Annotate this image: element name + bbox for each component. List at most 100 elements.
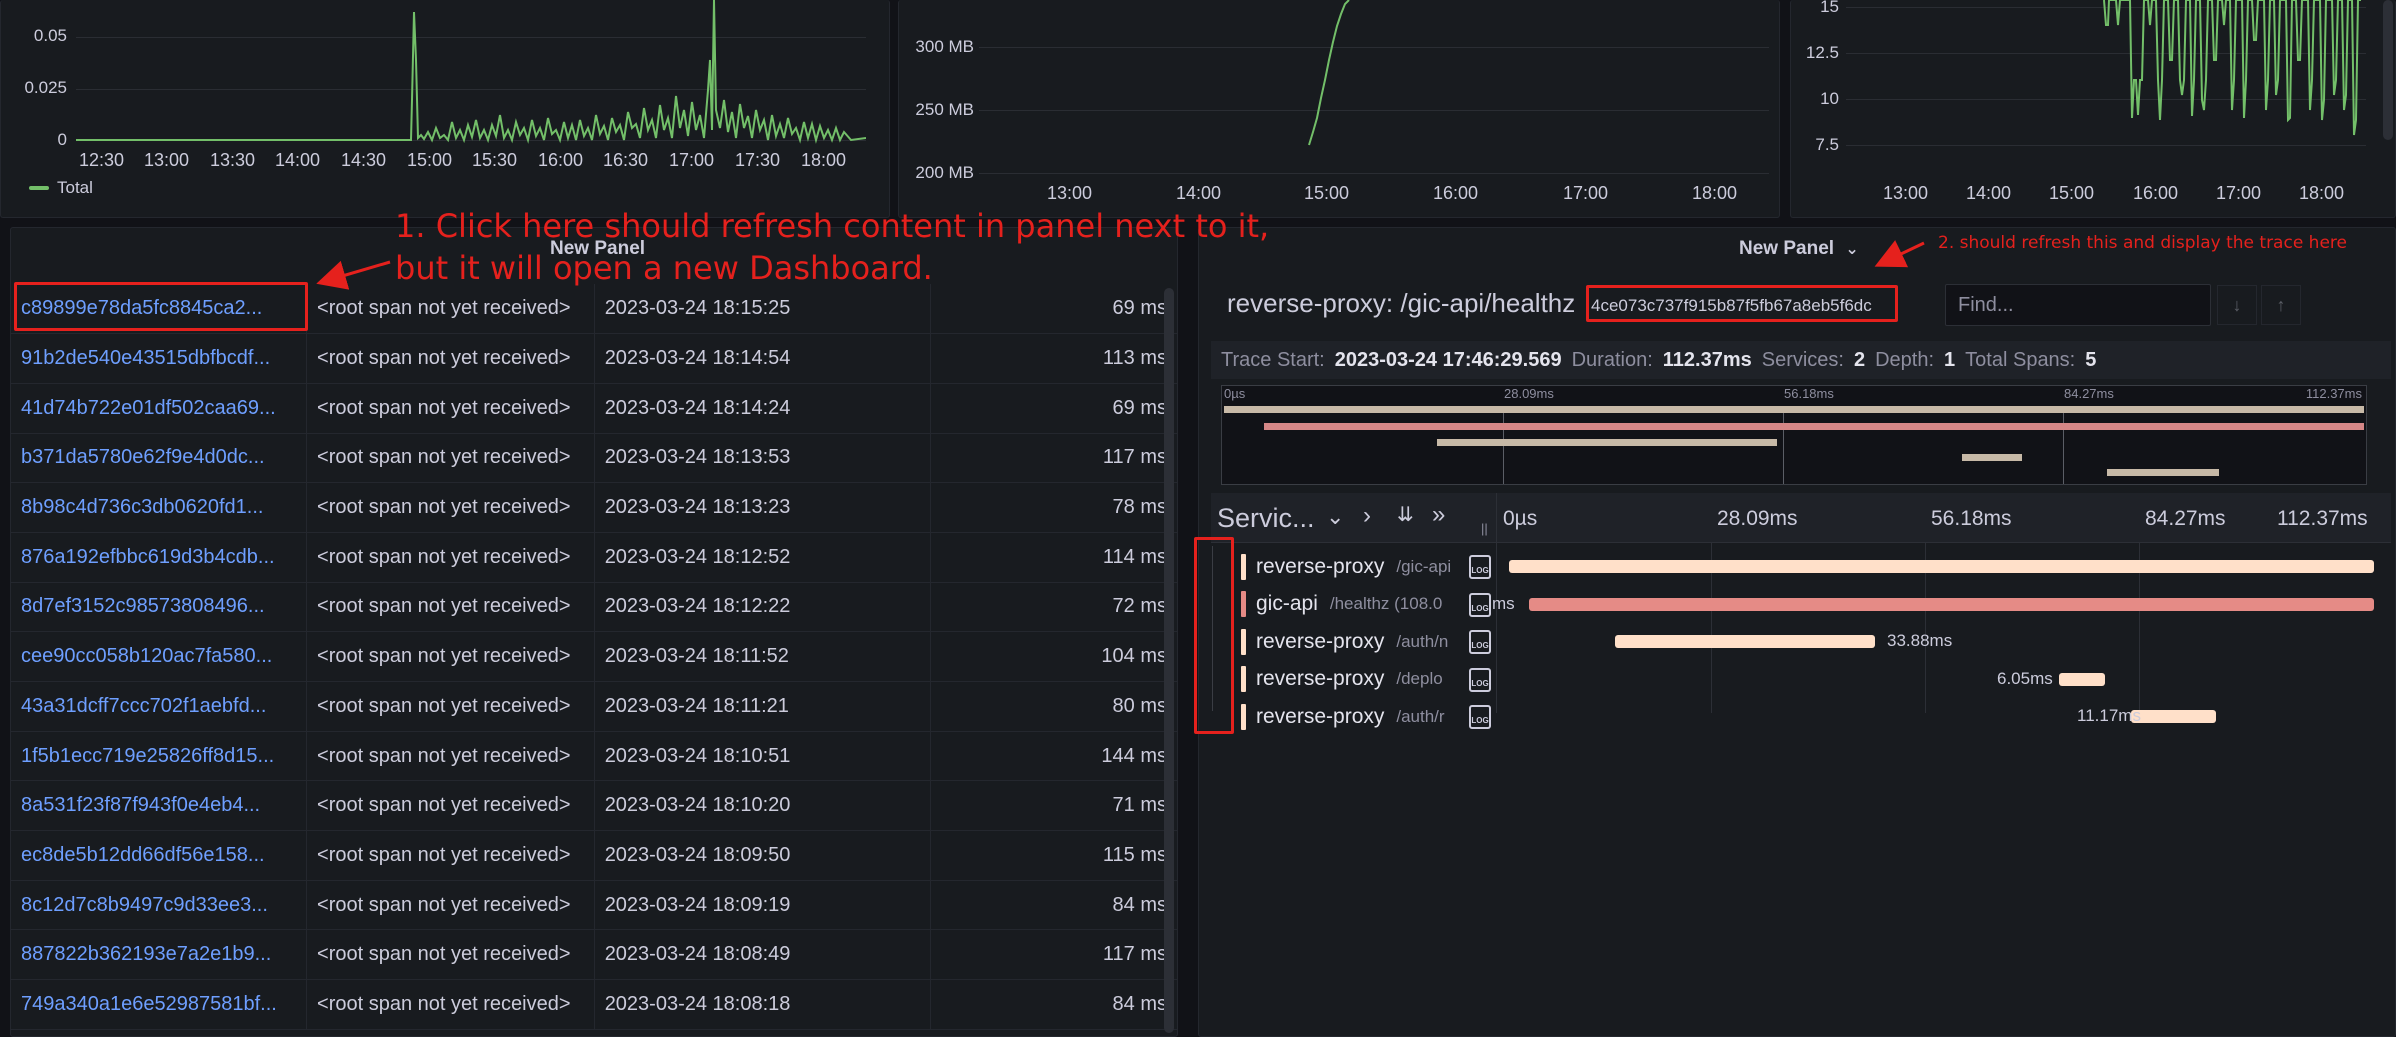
goroutines-line-chart (2103, 0, 2361, 136)
trace-id-link[interactable]: 43a31dcff7ccc702f1aebfd... (11, 681, 308, 732)
x-tick: 18:00 (2299, 183, 2345, 203)
minimap-span-bar (1437, 439, 1777, 446)
y-tick: 10 (1820, 89, 1839, 108)
start-time-cell: 2023-03-24 18:09:19 (594, 880, 932, 931)
trace-id-link[interactable]: 91b2de540e43515dbfbcdf... (11, 333, 308, 384)
trace-id-link[interactable]: cee90cc058b120ac7fa580... (11, 631, 308, 682)
legend-total[interactable]: Total (29, 178, 93, 198)
trace-minimap[interactable]: 0µs 28.09ms 56.18ms 84.27ms 112.37ms (1221, 385, 2367, 485)
x-tick: 17:00 (1563, 183, 1609, 203)
trace-id-link[interactable]: 887822b362193e7a2e1b9... (11, 929, 308, 981)
log-icon[interactable]: LOG (1469, 667, 1491, 692)
service-color-tick (1241, 628, 1246, 655)
root-service-cell: <root span not yet received> (306, 929, 595, 981)
log-icon[interactable]: LOG (1469, 705, 1491, 729)
traces-table-panel: New Panel c89899e78da5fc8845ca2... <root … (10, 227, 1178, 1037)
trace-id-link[interactable]: 1f5b1ecc719e25826ff8d15... (11, 731, 308, 782)
span-duration-bar[interactable] (2059, 672, 2105, 686)
trace-row[interactable]: 8b98c4d736c3db0620fd1... <root span not y… (11, 482, 1177, 533)
span-row[interactable]: reverse-proxy/auth/n (1241, 623, 1461, 660)
span-duration-label: 33.88ms (1887, 631, 1953, 650)
trace-row[interactable]: 876a192efbbc619d3b4cdb... <root span not … (11, 532, 1177, 583)
root-service-cell: <root span not yet received> (306, 284, 595, 335)
root-service-cell: <root span not yet received> (306, 433, 595, 484)
trace-row[interactable]: 41d74b722e01df502caa69... <root span not … (11, 383, 1177, 434)
traces-table: c89899e78da5fc8845ca2... <root span not y… (11, 284, 1177, 1030)
span-row[interactable]: reverse-proxy/gic-api (1241, 548, 1461, 585)
panel-scrollbar[interactable] (2383, 0, 2393, 140)
log-icon[interactable]: LOG (1469, 630, 1491, 654)
chevron-down-icon[interactable]: ⌄ (1326, 504, 1344, 530)
span-operation: /healthz (108.0 (1329, 594, 1443, 613)
trace-row[interactable]: ec8de5b12dd66df56e158... <root span not y… (11, 830, 1177, 881)
x-tick: 16:00 (538, 150, 584, 170)
timeline-tick: 84.27ms (2145, 507, 2226, 530)
x-tick: 17:00 (2216, 183, 2262, 203)
start-time-cell: 2023-03-24 18:11:52 (594, 631, 932, 682)
minimap-tick: 84.27ms (2064, 386, 2114, 401)
trace-row[interactable]: cee90cc058b120ac7fa580... <root span not … (11, 631, 1177, 682)
minimap-tick: 56.18ms (1784, 386, 1834, 401)
table-scrollbar[interactable] (1164, 288, 1174, 1033)
arrow-down-icon[interactable]: ↓ (2217, 285, 2257, 325)
trace-id-link[interactable]: 749a340a1e6e52987581bf... (11, 979, 308, 1030)
log-icon[interactable]: LOG (1469, 592, 1491, 617)
trace-id-link[interactable]: 8a531f23f87f943f0e4eb4... (11, 780, 308, 832)
start-time-cell: 2023-03-24 18:15:25 (594, 284, 932, 335)
span-duration-bar[interactable] (1529, 597, 2374, 611)
minimap-tick: 28.09ms (1504, 386, 1554, 401)
span-row[interactable]: gic-api/healthz (108.0 (1241, 586, 1461, 623)
span-duration-bar[interactable] (1615, 635, 1875, 648)
trace-meta-bar: Trace Start: 2023-03-24 17:46:29.569 Dur… (1211, 341, 2391, 379)
service-column-label: Servic... (1217, 503, 1315, 533)
double-chevron-down-icon[interactable]: ⇊ (1397, 502, 1414, 527)
x-tick: 18:00 (801, 150, 847, 170)
timeline-divider (1496, 493, 1497, 543)
minimap-span-bar (2107, 469, 2219, 476)
trace-id-link[interactable]: ec8de5b12dd66df56e158... (11, 830, 308, 881)
trace-id-link[interactable]: 8c12d7c8b9497c9d33ee3... (11, 880, 308, 931)
trace-row[interactable]: 749a340a1e6e52987581bf... <root span not … (11, 979, 1177, 1030)
trace-row[interactable]: 8c12d7c8b9497c9d33ee3... <root span not y… (11, 880, 1177, 931)
trace-id-link[interactable]: 8b98c4d736c3db0620fd1... (11, 482, 308, 533)
span-duration-bar[interactable] (1509, 560, 2374, 573)
root-service-cell: <root span not yet received> (306, 482, 595, 533)
panel-title[interactable]: New Panel ⌄ (1739, 238, 1859, 260)
span-row[interactable]: reverse-proxy/deplo (1241, 661, 1461, 698)
meta-label: Trace Start: (1221, 348, 1325, 371)
chevron-right-icon[interactable]: › (1363, 502, 1371, 530)
span-duration-bar[interactable] (2131, 710, 2216, 723)
trace-id-link[interactable]: 876a192efbbc619d3b4cdb... (11, 532, 308, 583)
series-total-line (76, 0, 866, 144)
trace-id-link[interactable]: 8d7ef3152c98573808496... (11, 582, 308, 633)
span-service-name: reverse-proxy (1256, 629, 1385, 653)
trace-id-link[interactable]: 41d74b722e01df502caa69... (11, 383, 308, 434)
minimap-span-bar (1962, 454, 2022, 461)
y-tick: 12.5 (1805, 43, 1839, 62)
highlight-span-gutter (1194, 537, 1234, 734)
double-chevron-right-icon[interactable]: » (1432, 501, 1445, 529)
log-icon[interactable]: LOG (1469, 555, 1491, 579)
meta-label: Services: (1761, 348, 1844, 371)
x-tick: 15:00 (1304, 183, 1350, 203)
meta-label: Duration: (1571, 348, 1653, 371)
service-color-tick (1241, 666, 1246, 692)
annotation-note-2: 2. should refresh this and display the t… (1938, 233, 2347, 253)
trace-row[interactable]: 91b2de540e43515dbfbcdf... <root span not … (11, 333, 1177, 384)
x-tick: 13:30 (210, 150, 256, 170)
trace-id-link[interactable]: b371da5780e62f9e4d0dc... (11, 433, 308, 484)
trace-row[interactable]: 887822b362193e7a2e1b9... <root span not y… (11, 929, 1177, 981)
arrow-up-icon[interactable]: ↑ (2261, 285, 2301, 325)
column-resize-handle[interactable]: || (1481, 521, 1488, 536)
span-service-name: reverse-proxy (1256, 704, 1385, 728)
trace-row[interactable]: 1f5b1ecc719e25826ff8d15... <root span not… (11, 731, 1177, 782)
trace-row[interactable]: 8d7ef3152c98573808496... <root span not y… (11, 582, 1177, 633)
service-color-tick (1241, 591, 1246, 617)
trace-row[interactable]: 43a31dcff7ccc702f1aebfd... <root span not… (11, 681, 1177, 732)
span-duration-label: 6.05ms (1997, 668, 2053, 688)
trace-row[interactable]: 8a531f23f87f943f0e4eb4... <root span not … (11, 780, 1177, 832)
span-row[interactable]: reverse-proxy/auth/r (1241, 698, 1461, 735)
span-operation: /gic-api (1396, 556, 1452, 576)
trace-row[interactable]: b371da5780e62f9e4d0dc... <root span not y… (11, 433, 1177, 484)
find-input[interactable]: Find... (1945, 284, 2211, 326)
